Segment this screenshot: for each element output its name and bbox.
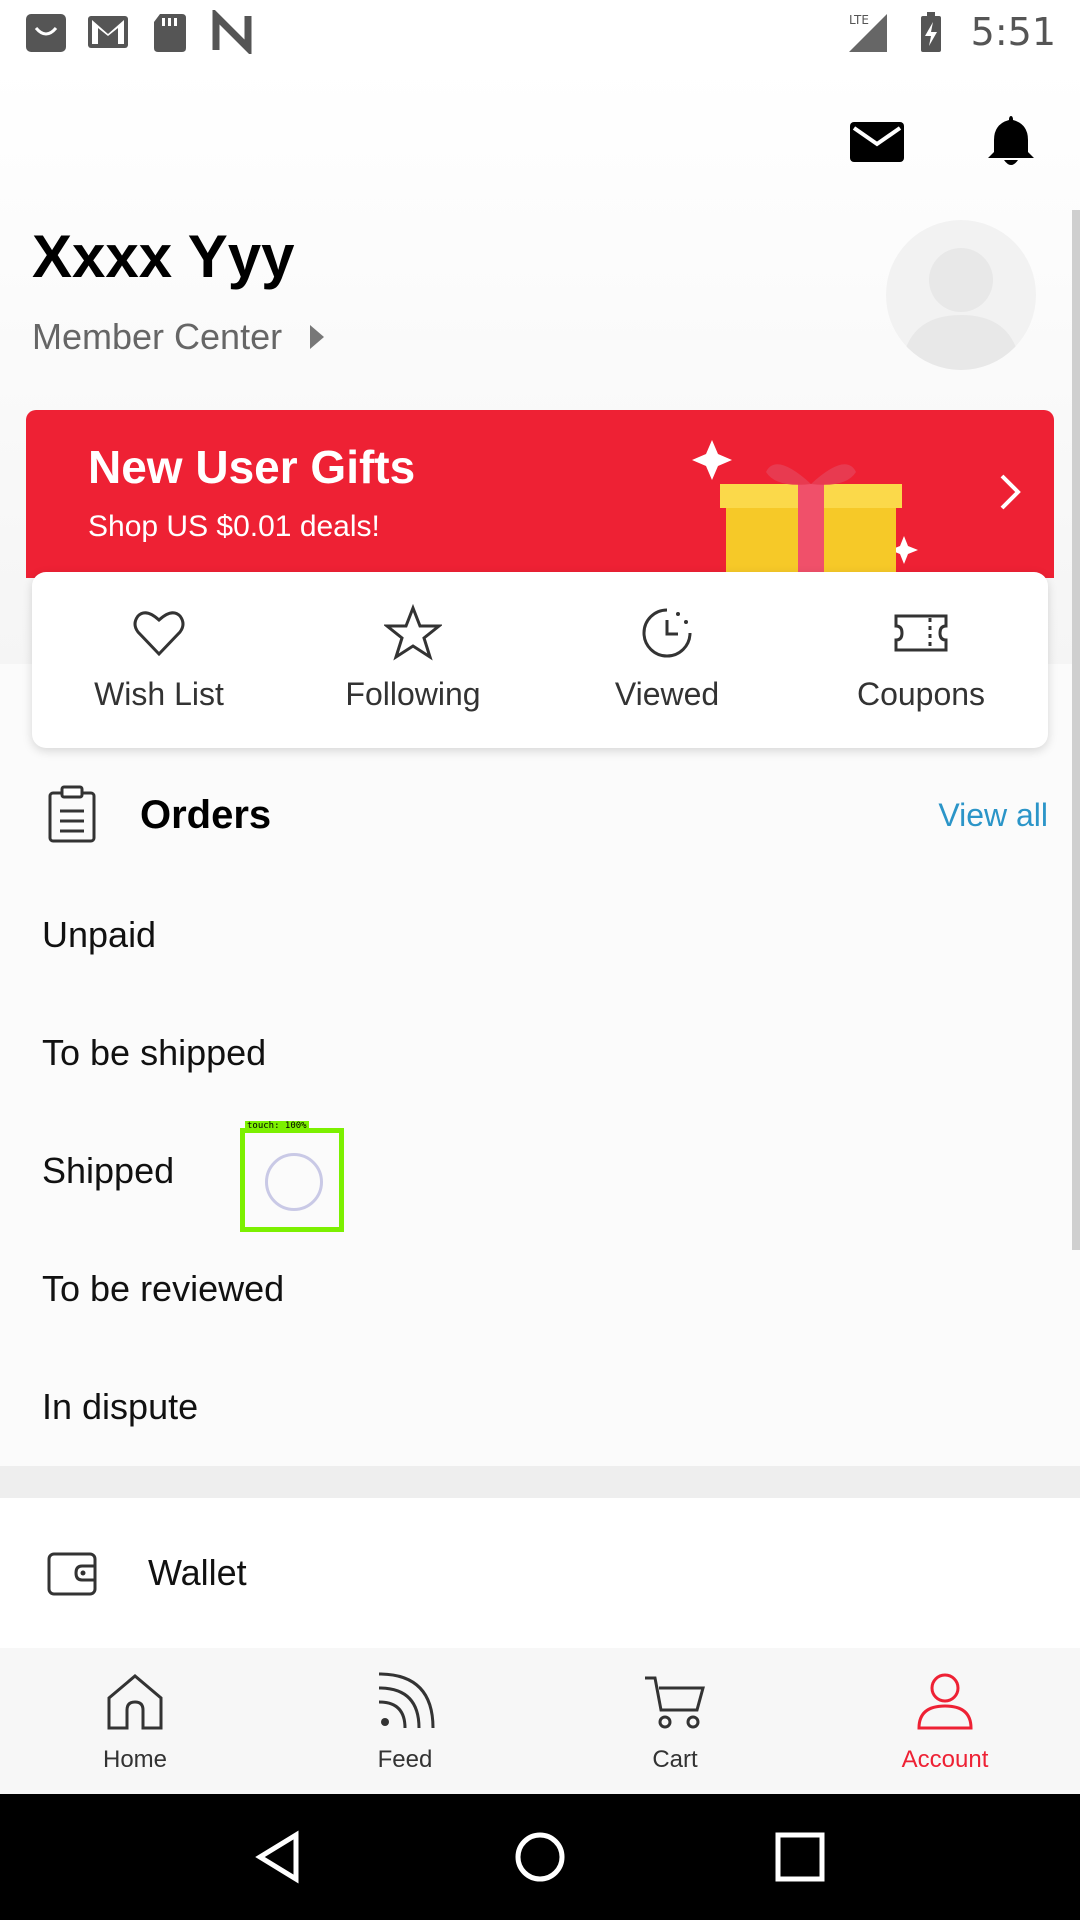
svg-text:LTE: LTE (849, 13, 869, 27)
member-center-label: Member Center (32, 316, 283, 357)
caret-right-icon (310, 325, 325, 349)
home-icon (107, 1674, 163, 1730)
wallet-row[interactable]: Wallet (0, 1498, 1080, 1648)
avatar-placeholder-icon (901, 248, 1021, 370)
nav-cart[interactable]: Cart (540, 1648, 810, 1794)
section-divider (0, 1466, 1080, 1498)
feed-icon (378, 1672, 435, 1729)
nav-label: Feed (377, 1746, 433, 1773)
touch-indicator: touch: 100% (240, 1121, 344, 1232)
touch-indicator-label: touch: 100% (245, 1121, 309, 1131)
quick-link-viewed[interactable]: Viewed (540, 572, 794, 748)
quick-link-following[interactable]: Following (286, 572, 540, 748)
banner-subtitle: Shop US $0.01 deals! (88, 510, 380, 543)
order-status-shipped[interactable]: Shipped (0, 1112, 1080, 1230)
gift-box-icon (692, 440, 918, 578)
view-all-link[interactable]: View all (938, 797, 1048, 834)
system-navigation-bar (0, 1794, 1080, 1920)
star-icon (384, 604, 442, 661)
status-bar: LTE 5:51 (0, 0, 1080, 64)
recents-icon[interactable] (772, 1829, 828, 1885)
order-status-to-be-shipped[interactable]: To be shipped (0, 994, 1080, 1112)
bell-icon[interactable] (982, 112, 1040, 170)
wallet-icon (47, 1552, 97, 1596)
cart-icon (645, 1676, 705, 1729)
n-icon (212, 10, 252, 54)
touch-point-circle (265, 1153, 323, 1211)
quick-link-wish-list[interactable]: Wish List (32, 572, 286, 748)
new-user-gifts-banner[interactable]: New User Gifts Shop US $0.01 deals! (26, 410, 1054, 578)
coupon-icon (894, 614, 948, 652)
quick-link-label: Wish List (94, 676, 224, 712)
quick-link-label: Viewed (614, 676, 720, 712)
quick-links-card: Wish List Following Viewed Coupons (32, 572, 1048, 748)
battery-icon (920, 12, 941, 52)
banner-title: New User Gifts (88, 441, 416, 493)
order-status-list: Unpaid To be shipped Shipped To be revie… (0, 876, 1080, 1466)
back-icon[interactable] (252, 1829, 308, 1885)
account-icon (917, 1673, 973, 1730)
scrollbar[interactable] (1072, 210, 1080, 1250)
nav-account[interactable]: Account (810, 1648, 1080, 1794)
quick-link-label: Following (345, 676, 481, 712)
clock-icon (642, 608, 692, 658)
member-center-link[interactable]: Member Center (32, 316, 325, 358)
order-status-unpaid[interactable]: Unpaid (0, 876, 1080, 994)
nav-home[interactable]: Home (0, 1648, 270, 1794)
quick-link-label: Coupons (856, 676, 986, 712)
gmail-icon (88, 16, 128, 48)
heart-icon (133, 611, 185, 657)
username: Xxxx Yyy (32, 223, 295, 290)
orders-title: Orders (140, 792, 272, 837)
signal-icon: LTE (848, 13, 887, 52)
home-circle-icon[interactable] (512, 1829, 568, 1885)
sd-card-icon (154, 14, 186, 52)
chevron-right-icon (1000, 474, 1021, 510)
nav-label: Home (102, 1746, 168, 1773)
bottom-navigation: Home Feed Cart Account (0, 1648, 1080, 1794)
order-status-in-dispute[interactable]: In dispute (0, 1348, 1080, 1466)
shopping-bag-icon (26, 14, 66, 52)
mail-icon[interactable] (848, 112, 906, 170)
quick-link-coupons[interactable]: Coupons (794, 572, 1048, 748)
nav-feed[interactable]: Feed (270, 1648, 540, 1794)
avatar[interactable] (886, 220, 1036, 370)
clipboard-icon (48, 785, 96, 843)
nav-label: Account (901, 1746, 989, 1773)
wallet-label: Wallet (148, 1552, 247, 1593)
order-status-to-be-reviewed[interactable]: To be reviewed (0, 1230, 1080, 1348)
nav-label: Cart (652, 1746, 698, 1773)
status-time: 5:51 (970, 10, 1056, 54)
orders-header: Orders View all (0, 770, 1080, 860)
